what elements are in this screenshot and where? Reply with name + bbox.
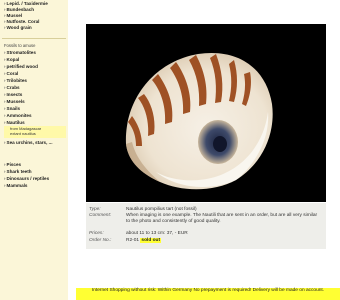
- sidebar-item-nautilus[interactable]: ›Nautilus: [4, 120, 25, 125]
- sidebar-item-label: Shark teeth: [6, 169, 32, 174]
- sidebar-item-bundesbach[interactable]: ›Bundesbach: [4, 7, 34, 12]
- sidebar-item-crabs[interactable]: ›Crabs: [4, 85, 20, 90]
- sidebar-item-mussels[interactable]: ›Mussels: [4, 99, 25, 104]
- prices-label: Prices:: [89, 231, 104, 236]
- sidebar-item-label: Kopal: [6, 57, 20, 62]
- sidebar-item-label: Dinosaurs / reptiles: [6, 176, 50, 181]
- order-number: R2-01: [126, 238, 140, 243]
- product-photo: [86, 24, 326, 202]
- type-label: Type:: [89, 207, 101, 212]
- sidebar-item-label: Lepid. / Taxidermie: [6, 1, 48, 6]
- sidebar-item-trilobites[interactable]: ›Trilobites: [4, 78, 27, 83]
- sidebar-item-label: Nutfoste. Coral: [6, 19, 40, 24]
- sidebar-item-label: Coral: [6, 71, 19, 76]
- sidebar-item-label: Wood grain: [6, 25, 32, 30]
- order-label: Order No.:: [89, 238, 112, 243]
- nautilus-shell-image: [86, 24, 326, 202]
- order-value-wrap: R2-01 sold out: [126, 238, 322, 244]
- sidebar-item-label: petrified wood: [6, 64, 38, 69]
- sidebar-item-label: Sea urchins, stars, ...: [6, 140, 53, 145]
- sidebar-item-shark-teeth[interactable]: ›Shark teeth: [4, 169, 32, 174]
- sidebar-item-petrified-wood[interactable]: ›petrified wood: [4, 64, 38, 69]
- sidebar-item-nutfoste-coral[interactable]: ›Nutfoste. Coral: [4, 19, 39, 24]
- sidebar-subitem-extant-nautilus[interactable]: extant nautilus: [10, 131, 36, 137]
- comment-label: Comment:: [89, 213, 112, 218]
- sold-out-badge: sold out: [140, 238, 162, 243]
- sidebar-item-label: Mussel: [6, 13, 23, 18]
- sidebar-item-label: Insects: [6, 92, 23, 97]
- sidebar-item-label: Bundesbach: [6, 7, 35, 12]
- sidebar-item-dinosaurs-reptiles[interactable]: ›Dinosaurs / reptiles: [4, 176, 49, 181]
- sidebar-item-snails[interactable]: ›Snails: [4, 106, 20, 111]
- sidebar-item-label: Mammals: [6, 183, 28, 188]
- sidebar-item-mussel[interactable]: ›Mussel: [4, 13, 22, 18]
- sidebar-item-coral[interactable]: ›Coral: [4, 71, 18, 76]
- sidebar-item-insects[interactable]: ›Insects: [4, 92, 22, 97]
- sidebar-item-label: Pisces: [6, 162, 22, 167]
- prices-value: about 11 to 13 cm: 37, - EUR: [126, 231, 188, 236]
- sidebar-divider: [2, 38, 66, 39]
- type-value: Nautilus pompilius tart (not fossil): [126, 207, 197, 212]
- sidebar-item-wood-grain[interactable]: ›Wood grain: [4, 25, 32, 30]
- sidebar-item-ammonites[interactable]: ›Ammonites: [4, 113, 32, 118]
- sidebar-item-label: Trilobites: [6, 78, 27, 83]
- sidebar-item-pisces[interactable]: ›Pisces: [4, 162, 21, 167]
- sidebar-item-mammals[interactable]: ›Mammals: [4, 183, 27, 188]
- sidebar-item-stromatolites[interactable]: ›Stromatolites: [4, 50, 36, 55]
- sidebar-item-kopal[interactable]: ›Kopal: [4, 57, 19, 62]
- sidebar: ›Lepid. / Taxidermie ›Bundesbach ›Mussel…: [0, 0, 68, 300]
- sidebar-item-label: Mussels: [6, 99, 25, 104]
- sidebar-item-label: Ammonites: [6, 113, 32, 118]
- comment-value: When imaging is one example. The Nautili…: [126, 213, 318, 224]
- sidebar-item-label: Snails: [6, 106, 21, 111]
- sidebar-section-title: Fossils to amuse: [4, 43, 36, 48]
- product-info-table: Type: Nautilus pompilius tart (not fossi…: [86, 203, 326, 249]
- sidebar-item-label: Crabs: [6, 85, 20, 90]
- sidebar-item-lepid[interactable]: ›Lepid. / Taxidermie: [4, 1, 48, 6]
- shipping-notice-banner: Internet Shopping without risk: Within G…: [76, 288, 340, 300]
- sidebar-item-label: Stromatolites: [6, 50, 36, 55]
- sidebar-item-sea-urchins[interactable]: ›Sea urchins, stars, ...: [4, 140, 53, 145]
- sidebar-item-label: Nautilus: [6, 120, 25, 125]
